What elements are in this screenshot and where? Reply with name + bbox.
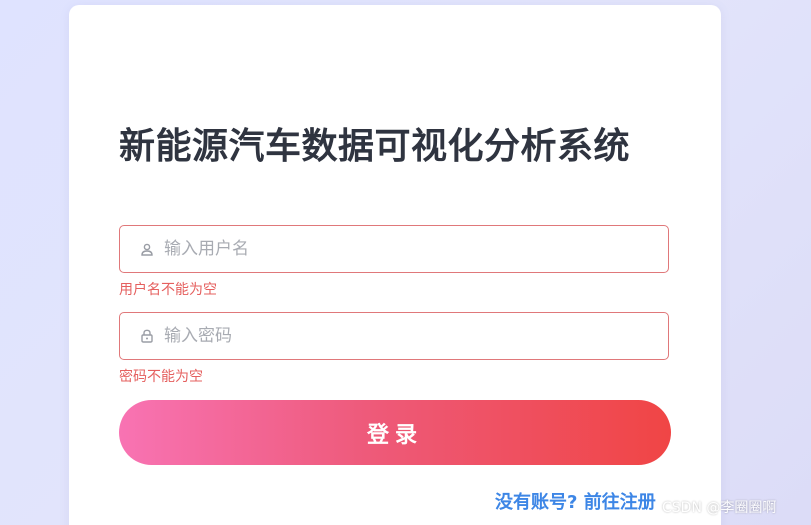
page-title: 新能源汽车数据可视化分析系统 [119, 126, 631, 167]
lock-icon [140, 329, 154, 343]
login-button[interactable]: 登录 [119, 400, 671, 465]
watermark: CSDN @李圈圈啊 [662, 500, 777, 516]
password-error: 密码不能为空 [119, 369, 203, 385]
password-field[interactable] [119, 312, 669, 360]
password-input[interactable] [164, 326, 644, 346]
register-link[interactable]: 没有账号? 前往注册 [495, 488, 656, 514]
username-input[interactable] [164, 239, 644, 259]
login-card: 新能源汽车数据可视化分析系统 用户名不能为空 密码不能为空 登录 没有账号? 前… [69, 5, 721, 525]
user-icon [140, 242, 154, 256]
username-error: 用户名不能为空 [119, 282, 217, 298]
username-field[interactable] [119, 225, 669, 273]
